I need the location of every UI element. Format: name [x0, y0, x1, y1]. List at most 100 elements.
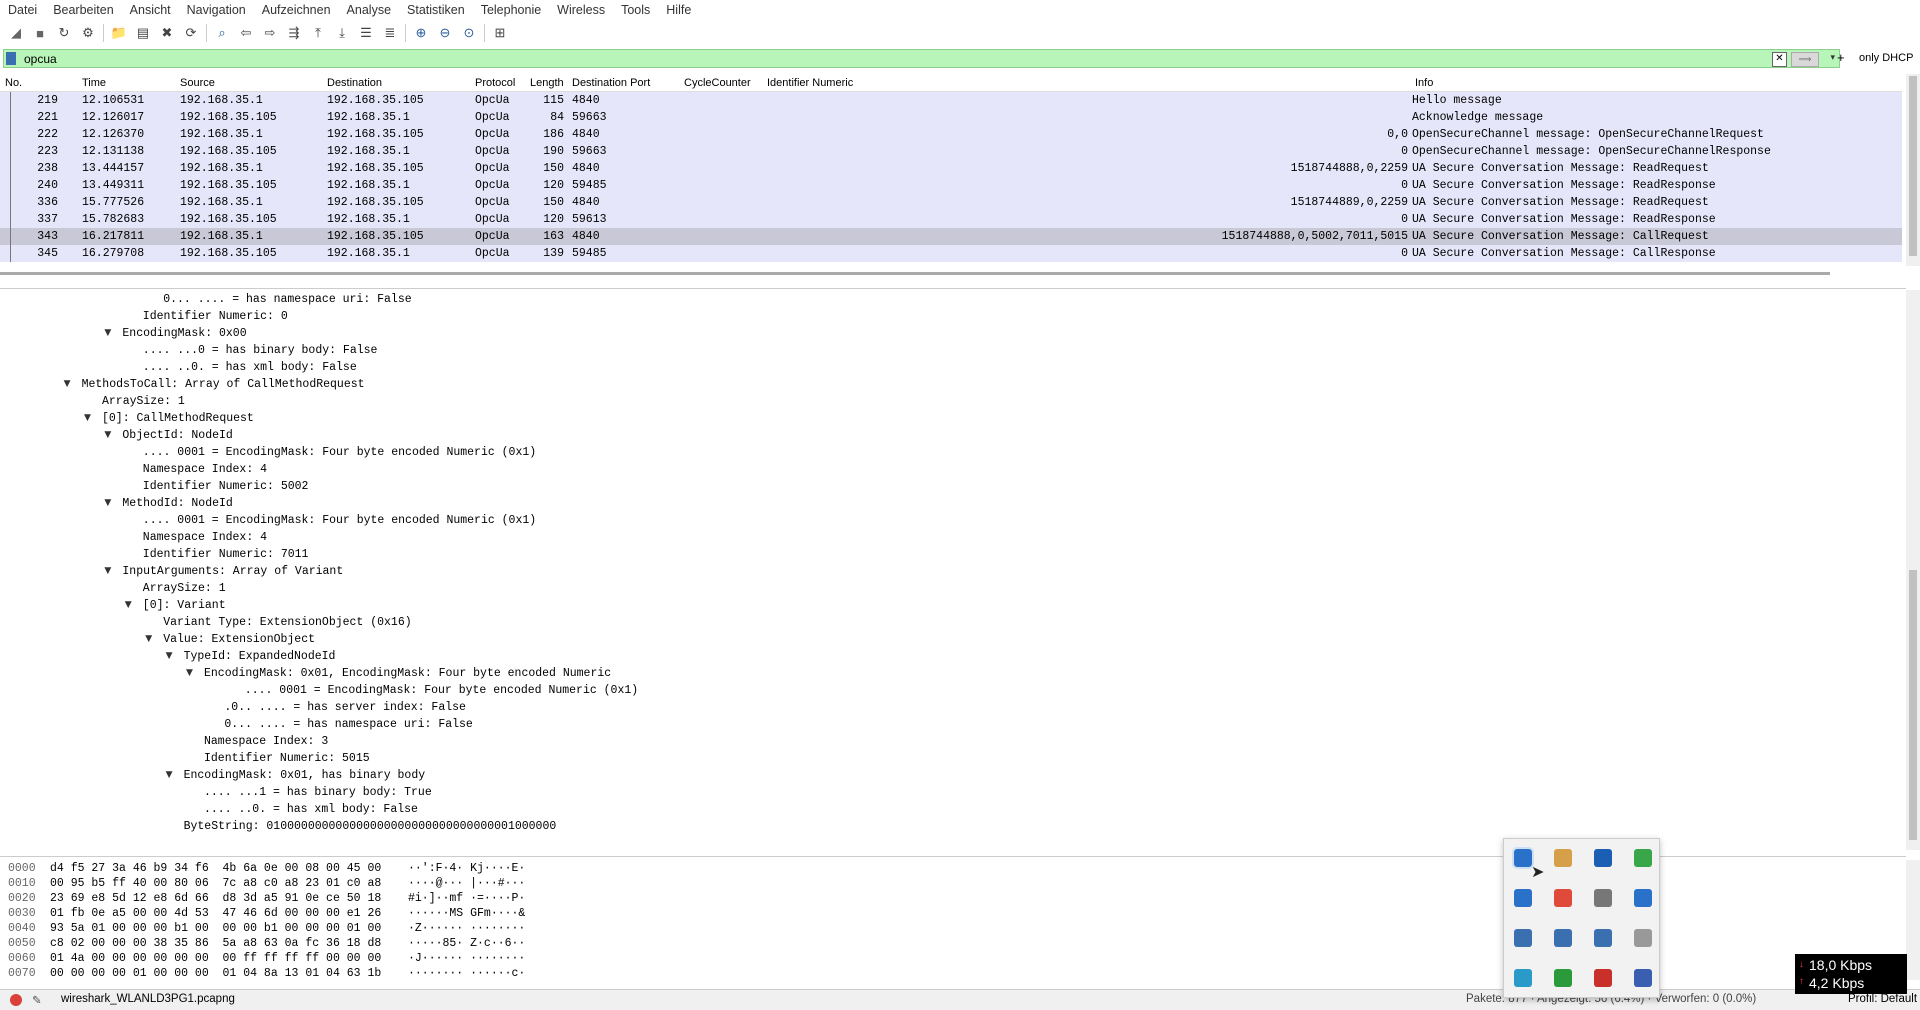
close-file-icon[interactable]: ✖ — [157, 23, 177, 43]
first-packet-icon[interactable]: ⤒ — [308, 23, 328, 43]
hex-ascii[interactable]: ····@··· |···#··· — [408, 876, 525, 891]
display-filter-input[interactable]: opcua ✕ ⟹ ▾ — [3, 49, 1840, 68]
bookmark-icon[interactable] — [6, 52, 16, 65]
hex-ascii[interactable]: #i·]··mf ·=····P· — [408, 891, 525, 906]
chevron-down-icon[interactable]: ▼ — [166, 651, 173, 661]
menu-item-statistiken[interactable]: Statistiken — [399, 0, 473, 20]
hex-bytes[interactable]: 93 5a 01 00 00 00 b1 00 00 00 b1 00 00 0… — [50, 921, 381, 936]
chevron-down-icon[interactable]: ▼ — [104, 328, 111, 338]
apply-filter-icon[interactable]: ⟹ — [1791, 52, 1819, 67]
menu-item-bearbeiten[interactable]: Bearbeiten — [45, 0, 121, 20]
edit-comment-icon[interactable]: ✎ — [32, 993, 42, 1007]
filter-button-only-dhcp[interactable]: only DHCP — [1859, 52, 1913, 64]
filter-history-chevron-down-icon[interactable]: ▾ — [1830, 52, 1835, 63]
detail-tree-item[interactable]: Variant Type: ExtensionObject (0x16) — [163, 614, 411, 631]
column-header-length[interactable]: Length — [530, 77, 564, 89]
hex-bytes[interactable]: c8 02 00 00 00 38 35 86 5a a8 63 0a fc 3… — [50, 936, 381, 951]
chevron-down-icon[interactable]: ▼ — [104, 430, 111, 440]
table-row[interactable]: 222 12.126370 192.168.35.1 192.168.35.105 Op… — [0, 126, 1902, 143]
packet-list[interactable]: No. Time Source Destination Protocol Len… — [0, 74, 1902, 266]
go-to-packet-icon[interactable]: ⇶ — [284, 23, 304, 43]
open-folder-icon[interactable]: 📁 — [109, 23, 129, 43]
hex-offset[interactable]: 0030 — [8, 906, 36, 921]
packet-details-scrollbar[interactable] — [1906, 290, 1920, 850]
menu-item-datei[interactable]: Datei — [0, 0, 45, 20]
search-app-icon[interactable] — [1514, 969, 1532, 987]
graphics-icon[interactable] — [1514, 929, 1532, 947]
chevron-down-icon[interactable]: ▼ — [104, 498, 111, 508]
hex-offset[interactable]: 0060 — [8, 951, 36, 966]
disc-icon[interactable] — [1634, 929, 1652, 947]
stop-icon[interactable]: ■ — [30, 23, 50, 43]
detail-tree-item[interactable]: [0]: Variant — [143, 597, 226, 614]
packet-list-scrollbar[interactable] — [1906, 74, 1920, 266]
shark-fin-start-icon[interactable]: ◢ — [6, 23, 26, 43]
teams-icon[interactable] — [1634, 969, 1652, 987]
hex-offset[interactable]: 0010 — [8, 876, 36, 891]
hex-bytes[interactable]: 01 fb 0e a5 00 00 4d 53 47 46 6d 00 00 0… — [50, 906, 381, 921]
menu-item-aufzeichnen[interactable]: Aufzeichnen — [254, 0, 339, 20]
mail-icon[interactable] — [1554, 849, 1572, 867]
filter-text[interactable]: opcua — [24, 52, 57, 66]
detail-tree-item[interactable]: [0]: CallMethodRequest — [102, 410, 254, 427]
resize-columns-icon[interactable]: ⊞ — [490, 23, 510, 43]
column-header-identifier-numeric[interactable]: Identifier Numeric — [767, 77, 853, 89]
detail-tree-item[interactable]: MethodId: NodeId — [122, 495, 232, 512]
tool-icon[interactable] — [1514, 889, 1532, 907]
reload-icon[interactable]: ⟳ — [181, 23, 201, 43]
hex-ascii[interactable]: ··':F·4· Kj····E· — [408, 861, 525, 876]
column-header-source[interactable]: Source — [180, 77, 215, 89]
detail-tree-item[interactable]: ByteString: 0100000000000000000000000000… — [184, 818, 557, 835]
table-row[interactable]: 221 12.126017 192.168.35.105 192.168.35.1 Op… — [0, 109, 1902, 126]
detail-tree-item[interactable]: EncodingMask: 0x01, EncodingMask: Four b… — [204, 665, 611, 682]
menu-item-wireless[interactable]: Wireless — [549, 0, 613, 20]
add-filter-button[interactable]: + — [1837, 50, 1845, 65]
menu-item-hilfe[interactable]: Hilfe — [658, 0, 699, 20]
hex-ascii[interactable]: ········ ······c· — [408, 966, 525, 981]
save-icon[interactable]: ▤ — [133, 23, 153, 43]
restart-icon[interactable]: ↻ — [54, 23, 74, 43]
column-header-time[interactable]: Time — [82, 77, 106, 89]
chevron-down-icon[interactable]: ▼ — [125, 600, 132, 610]
find-icon[interactable]: ⌕ — [212, 23, 232, 43]
table-row[interactable]: 219 12.106531 192.168.35.1 192.168.35.105 Op… — [0, 92, 1902, 109]
detail-tree-item[interactable]: EncodingMask: 0x00 — [122, 325, 246, 342]
capture-tool-icon[interactable] — [1512, 847, 1534, 869]
usb-device-icon[interactable] — [1594, 889, 1612, 907]
table-row[interactable]: 223 12.131138 192.168.35.105 192.168.35.1 Op… — [0, 143, 1902, 160]
hex-ascii[interactable]: ·Z······ ········ — [408, 921, 525, 936]
detail-tree-item[interactable]: .... ...1 = has binary body: True — [204, 784, 432, 801]
detail-tree-item[interactable]: Identifier Numeric: 7011 — [143, 546, 309, 563]
chevron-down-icon[interactable]: ▼ — [186, 668, 193, 678]
table-row[interactable]: 240 13.449311 192.168.35.105 192.168.35.1 Op… — [0, 177, 1902, 194]
column-header-destination[interactable]: Destination — [327, 77, 382, 89]
detail-tree-item[interactable]: Identifier Numeric: 0 — [143, 308, 288, 325]
packet-list-horizontal-scrollbar[interactable] — [0, 272, 1830, 275]
detail-tree-item[interactable]: ObjectId: NodeId — [122, 427, 232, 444]
detail-tree-item[interactable]: .... ..0. = has xml body: False — [204, 801, 418, 818]
hex-bytes[interactable]: 23 69 e8 5d 12 e8 6d 66 d8 3d a5 91 0e c… — [50, 891, 381, 906]
packet-details-tree[interactable]: 0... .... = has namespace uri: False Iden… — [0, 288, 1906, 855]
detail-tree-item[interactable]: .... ...0 = has binary body: False — [143, 342, 378, 359]
sync-icon[interactable] — [1554, 969, 1572, 987]
column-header-destination-port[interactable]: Destination Port — [572, 77, 650, 89]
network-icon[interactable] — [1554, 929, 1572, 947]
detail-tree-item[interactable]: 0... .... = has namespace uri: False — [163, 291, 411, 308]
chevron-down-icon[interactable]: ▼ — [84, 413, 91, 423]
column-header-info[interactable]: Info — [1415, 77, 1433, 89]
hex-bytes[interactable]: 00 00 00 00 01 00 00 00 01 04 8a 13 01 0… — [50, 966, 381, 981]
hex-ascii[interactable]: ······MS GFm····& — [408, 906, 525, 921]
antivirus-icon[interactable] — [1594, 969, 1612, 987]
detail-tree-item[interactable]: Namespace Index: 3 — [204, 733, 328, 750]
hex-bytes[interactable]: 00 95 b5 ff 40 00 80 06 7c a8 c0 a8 23 0… — [50, 876, 381, 891]
detail-tree-item[interactable]: ArraySize: 1 — [102, 393, 185, 410]
detail-tree-item[interactable]: Value: ExtensionObject — [163, 631, 315, 648]
chevron-down-icon[interactable]: ▼ — [64, 379, 71, 389]
hex-offset[interactable]: 0070 — [8, 966, 36, 981]
zoom-in-icon[interactable]: ⊕ — [411, 23, 431, 43]
detail-tree-item[interactable]: Identifier Numeric: 5002 — [143, 478, 309, 495]
teams-chat-icon[interactable] — [1634, 889, 1652, 907]
menu-item-telephonie[interactable]: Telephonie — [473, 0, 549, 20]
chevron-down-icon[interactable]: ▼ — [145, 634, 152, 644]
table-row[interactable]: 337 15.782683 192.168.35.105 192.168.35.1 Op… — [0, 211, 1902, 228]
